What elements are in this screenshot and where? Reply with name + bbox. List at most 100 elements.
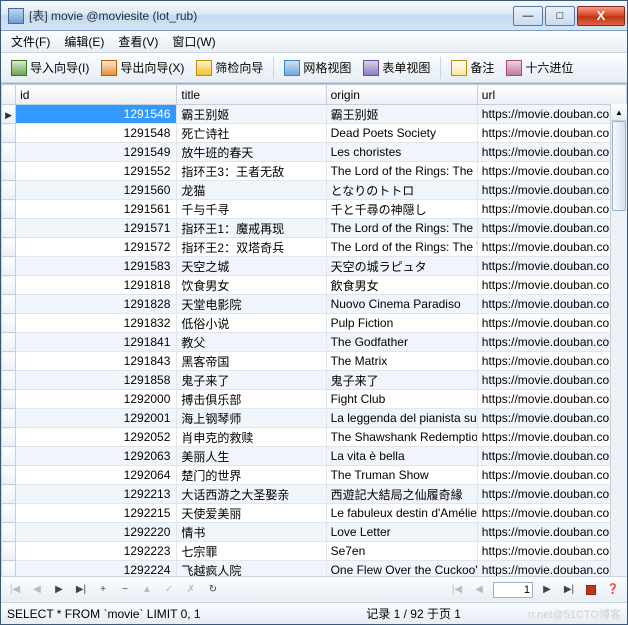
cell-origin[interactable]: Fight Club [326,390,477,409]
cell-url[interactable]: https://movie.douban.com [477,523,626,542]
page-prev-button[interactable]: ◀ [471,582,487,598]
cell-url[interactable]: https://movie.douban.com [477,295,626,314]
nav-edit-button[interactable]: ▲ [139,582,155,598]
cell-origin[interactable]: The Shawshank Redemption [326,428,477,447]
cell-url[interactable]: https://movie.douban.com [477,181,626,200]
cell-title[interactable]: 死亡诗社 [177,124,326,143]
row-indicator[interactable] [2,466,16,485]
cell-origin[interactable]: One Flew Over the Cuckoo's N [326,561,477,577]
cell-url[interactable]: https://movie.douban.com [477,447,626,466]
cell-title[interactable]: 大话西游之大圣娶亲 [177,485,326,504]
page-last-button[interactable]: ▶| [561,582,577,598]
nav-stop-button[interactable] [583,582,599,598]
scroll-up-button[interactable]: ▲ [611,104,627,121]
column-header-url[interactable]: url [477,85,626,105]
cell-title[interactable]: 指环王3：王者无敌 [177,162,326,181]
row-indicator[interactable] [2,333,16,352]
cell-title[interactable]: 黑客帝国 [177,352,326,371]
table-row[interactable]: 1291841教父The Godfatherhttps://movie.doub… [2,333,627,352]
cell-id[interactable]: 1292223 [16,542,177,561]
cell-origin[interactable]: 千と千尋の神隠し [326,200,477,219]
cell-origin[interactable]: La leggenda del pianista sull'oc [326,409,477,428]
menu-view[interactable]: 查看(V) [112,31,164,52]
cell-origin[interactable]: The Truman Show [326,466,477,485]
page-next-button[interactable]: ▶ [539,582,555,598]
cell-id[interactable]: 1291843 [16,352,177,371]
cell-url[interactable]: https://movie.douban.com [477,504,626,523]
nav-settings-icon[interactable]: ❓ [605,582,621,598]
nav-cancel-button[interactable]: ✗ [183,582,199,598]
menu-file[interactable]: 文件(F) [5,31,56,52]
cell-origin[interactable]: The Lord of the Rings: The Tw [326,238,477,257]
cell-title[interactable]: 饮食男女 [177,276,326,295]
table-row[interactable]: 1292223七宗罪Se7enhttps://movie.douban.com [2,542,627,561]
cell-title[interactable]: 教父 [177,333,326,352]
cell-title[interactable]: 鬼子来了 [177,371,326,390]
row-indicator[interactable] [2,143,16,162]
cell-origin[interactable]: The Matrix [326,352,477,371]
row-indicator[interactable] [2,542,16,561]
table-row[interactable]: 1291560龙猫となりのトトロhttps://movie.douban.com [2,181,627,200]
menu-edit[interactable]: 编辑(E) [58,31,110,52]
row-indicator[interactable] [2,428,16,447]
cell-id[interactable]: 1291828 [16,295,177,314]
filter-wizard-button[interactable]: 筛检向导 [192,57,267,78]
table-row[interactable]: 1292220情书Love Letterhttps://movie.douban… [2,523,627,542]
cell-origin[interactable]: 西遊記大結局之仙履奇緣 [326,485,477,504]
table-row[interactable]: 1291583天空之城天空の城ラピュタhttps://movie.douban.… [2,257,627,276]
row-indicator[interactable] [2,485,16,504]
cell-title[interactable]: 肖申克的救赎 [177,428,326,447]
import-wizard-button[interactable]: 导入向导(I) [7,57,93,78]
cell-id[interactable]: 1291858 [16,371,177,390]
close-button[interactable]: X [577,6,625,26]
nav-delete-button[interactable]: − [117,582,133,598]
cell-origin[interactable]: The Lord of the Rings: The Fell [326,219,477,238]
cell-origin[interactable]: Le fabuleux destin d'Amélie Po [326,504,477,523]
column-header-id[interactable]: id [16,85,177,105]
nav-post-button[interactable]: ✓ [161,582,177,598]
cell-id[interactable]: 1291560 [16,181,177,200]
cell-origin[interactable]: Dead Poets Society [326,124,477,143]
vertical-scrollbar[interactable]: ▲ [610,104,627,576]
cell-url[interactable]: https://movie.douban.com [477,390,626,409]
table-row[interactable]: 1291572指环王2：双塔奇兵The Lord of the Rings: T… [2,238,627,257]
cell-title[interactable]: 霸王别姬 [177,105,326,124]
cell-title[interactable]: 低俗小说 [177,314,326,333]
cell-url[interactable]: https://movie.douban.com [477,276,626,295]
cell-title[interactable]: 飞越疯人院 [177,561,326,577]
cell-url[interactable]: https://movie.douban.com [477,428,626,447]
memo-button[interactable]: 备注 [447,57,498,78]
cell-title[interactable]: 情书 [177,523,326,542]
table-row[interactable]: 1292063美丽人生La vita è bellahttps://movie.… [2,447,627,466]
cell-url[interactable]: https://movie.douban.com [477,371,626,390]
row-indicator[interactable] [2,124,16,143]
cell-title[interactable]: 七宗罪 [177,542,326,561]
form-view-button[interactable]: 表单视图 [359,57,434,78]
table-row[interactable]: 1291552指环王3：王者无敌The Lord of the Rings: T… [2,162,627,181]
row-indicator[interactable] [2,238,16,257]
cell-title[interactable]: 海上钢琴师 [177,409,326,428]
column-header-origin[interactable]: origin [326,85,477,105]
row-indicator[interactable] [2,276,16,295]
row-indicator[interactable] [2,257,16,276]
cell-url[interactable]: https://movie.douban.com [477,200,626,219]
table-row[interactable]: 1291828天堂电影院Nuovo Cinema Paradisohttps:/… [2,295,627,314]
table-row[interactable]: 1292213大话西游之大圣娶亲西遊記大結局之仙履奇緣https://movie… [2,485,627,504]
row-indicator[interactable] [2,371,16,390]
cell-id[interactable]: 1291546 [16,105,177,124]
nav-first-button[interactable]: |◀ [7,582,23,598]
row-indicator[interactable] [2,200,16,219]
table-row[interactable]: 1291561千与千寻千と千尋の神隠しhttps://movie.douban.… [2,200,627,219]
minimize-button[interactable]: — [513,6,543,26]
cell-title[interactable]: 龙猫 [177,181,326,200]
cell-id[interactable]: 1292063 [16,447,177,466]
cell-origin[interactable]: Pulp Fiction [326,314,477,333]
cell-id[interactable]: 1291832 [16,314,177,333]
cell-id[interactable]: 1291548 [16,124,177,143]
cell-origin[interactable]: 飲食男女 [326,276,477,295]
row-indicator[interactable] [2,181,16,200]
column-header-title[interactable]: title [177,85,326,105]
cell-id[interactable]: 1292064 [16,466,177,485]
cell-title[interactable]: 天空之城 [177,257,326,276]
table-row[interactable]: 1291832低俗小说Pulp Fictionhttps://movie.dou… [2,314,627,333]
